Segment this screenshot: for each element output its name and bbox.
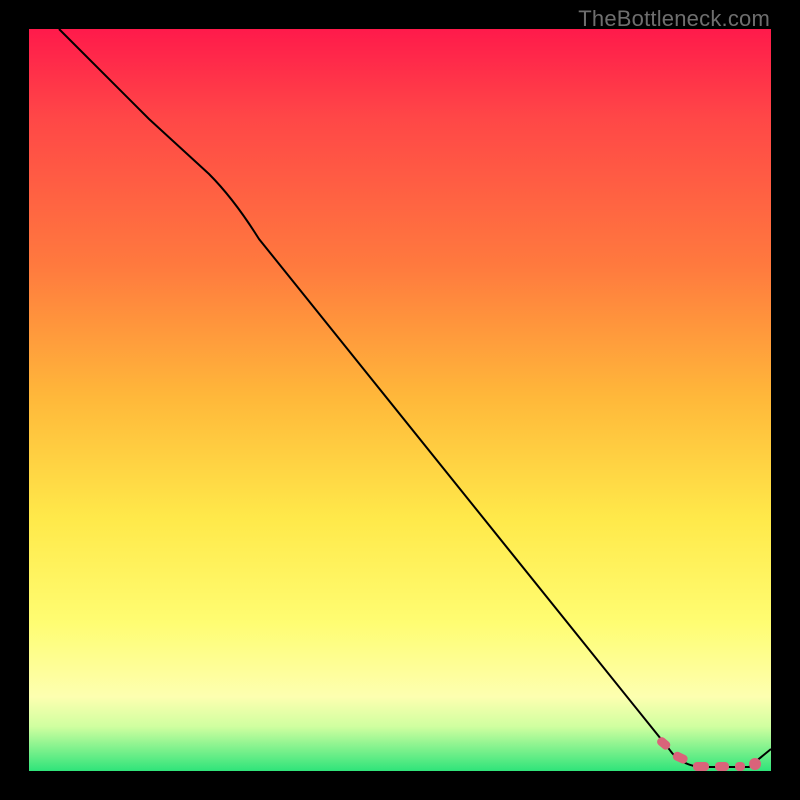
highlight-dash — [693, 762, 709, 771]
highlight-dash — [735, 762, 745, 771]
highlight-dash — [715, 762, 729, 771]
chart-frame: TheBottleneck.com — [0, 0, 800, 800]
bottleneck-curve — [59, 29, 771, 767]
highlight-end-dot — [749, 758, 761, 770]
chart-svg — [29, 29, 771, 771]
